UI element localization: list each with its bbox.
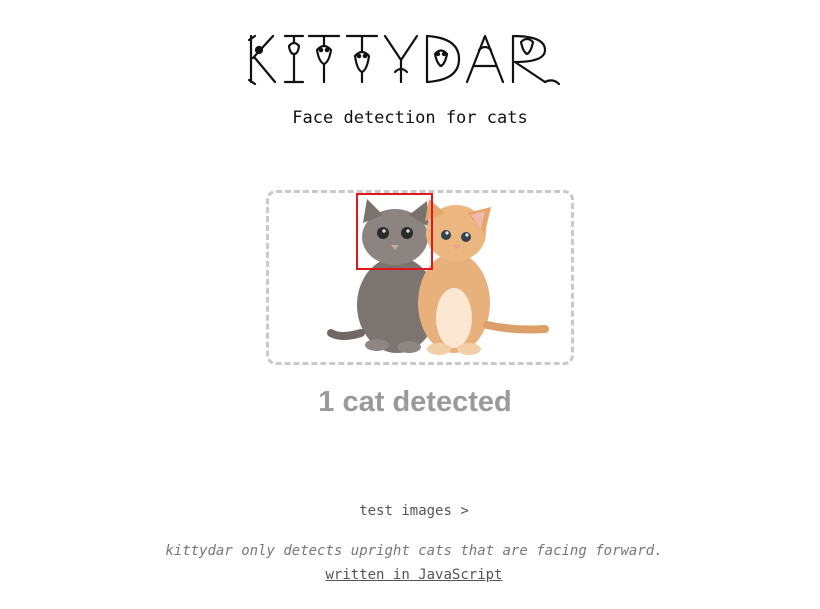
- written-in-javascript-link[interactable]: written in JavaScript: [325, 567, 502, 583]
- detection-status: 1 cat detected: [318, 386, 512, 418]
- image-dropzone[interactable]: [266, 190, 574, 365]
- logo: [0, 28, 820, 92]
- subtitle: Face detection for cats: [292, 108, 528, 128]
- kittydar-logo: [247, 34, 561, 86]
- written-in-javascript: written in JavaScript: [0, 567, 820, 583]
- usage-note: kittydar only detects upright cats that …: [165, 543, 663, 559]
- detection-box: [356, 193, 433, 270]
- orange-kitten: [418, 199, 549, 355]
- test-images-link[interactable]: test images >: [0, 503, 820, 519]
